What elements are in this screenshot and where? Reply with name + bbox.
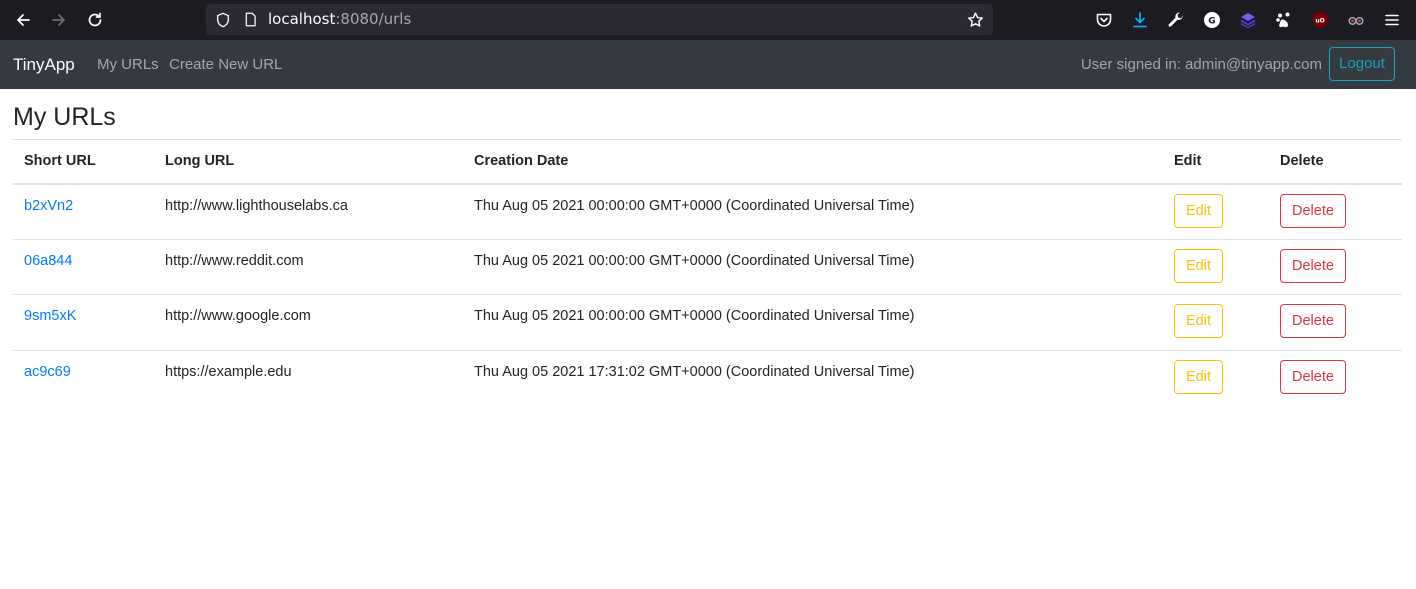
header-edit: Edit — [1163, 139, 1269, 185]
nav-link-create-new-url[interactable]: Create New URL — [169, 40, 282, 89]
layers-extension-icon[interactable] — [1238, 10, 1258, 30]
short-url-link[interactable]: 9sm5xK — [24, 308, 76, 324]
header-creation-date: Creation Date — [463, 139, 1163, 185]
reload-icon[interactable] — [83, 8, 107, 32]
delete-button[interactable]: Delete — [1280, 193, 1346, 228]
long-url: http://www.reddit.com — [154, 238, 463, 295]
glasses-extension-icon[interactable] — [1346, 10, 1366, 30]
nav-link-my-urls[interactable]: My URLs — [97, 40, 159, 89]
edit-button[interactable]: Edit — [1174, 248, 1223, 283]
download-icon[interactable] — [1130, 10, 1150, 30]
edit-button[interactable]: Edit — [1174, 193, 1223, 228]
logout-button[interactable]: Logout — [1329, 47, 1395, 81]
short-url-link[interactable]: b2xVn2 — [24, 198, 73, 214]
edit-button[interactable]: Edit — [1174, 304, 1223, 338]
short-url-link[interactable]: 06a844 — [24, 253, 72, 269]
short-url-link[interactable]: ac9c69 — [24, 364, 71, 380]
long-url: http://www.lighthouselabs.ca — [165, 197, 348, 214]
paw-extension-icon[interactable] — [1274, 10, 1294, 30]
wrench-icon[interactable] — [1166, 10, 1186, 30]
page-icon — [242, 11, 259, 28]
header-delete: Delete — [1269, 139, 1402, 185]
forward-arrow-icon[interactable] — [47, 8, 71, 32]
header-short-url: Short URL — [13, 139, 154, 185]
header-long-url: Long URL — [154, 139, 463, 185]
signed-in-text: User signed in: admin@tinyapp.com — [1080, 56, 1322, 73]
pocket-icon[interactable] — [1094, 10, 1114, 30]
urls-table: Short URL Long URL Creation Date Edit De… — [13, 139, 1402, 406]
delete-button[interactable]: Delete — [1280, 359, 1346, 394]
svg-text:uO: uO — [1315, 18, 1324, 25]
table-row: ac9c69 https://example.edu Thu Aug 05 20… — [13, 349, 1402, 406]
creation-date: Thu Aug 05 2021 17:31:02 GMT+0000 (Coord… — [463, 349, 1163, 406]
delete-button[interactable]: Delete — [1280, 304, 1346, 338]
svg-text:G: G — [1208, 17, 1215, 27]
app-navbar: TinyApp My URLs Create New URL User sign… — [0, 40, 1416, 89]
urls-table-container: Short URL Long URL Creation Date Edit De… — [13, 139, 1402, 406]
long-url: https://example.edu — [154, 349, 463, 406]
brand-logo[interactable]: TinyApp — [13, 40, 75, 89]
creation-date: Thu Aug 05 2021 00:00:00 GMT+0000 (Coord… — [463, 294, 1163, 350]
back-arrow-icon[interactable] — [11, 8, 35, 32]
delete-button[interactable]: Delete — [1280, 248, 1346, 283]
shield-icon[interactable] — [214, 11, 231, 28]
address-bar[interactable]: localhost:8080/urls — [206, 4, 993, 35]
ublock-origin-icon[interactable]: uO — [1310, 10, 1330, 30]
creation-date: Thu Aug 05 2021 00:00:00 GMT+0000 (Coord… — [474, 197, 915, 214]
edit-button[interactable]: Edit — [1174, 359, 1223, 394]
bookmark-star-icon[interactable] — [967, 11, 984, 28]
page-title: My URLs — [13, 103, 116, 131]
table-row: b2xVn2 http://www.lighthouselabs.ca Thu … — [13, 184, 1402, 240]
url-text[interactable]: localhost:8080/urls — [268, 4, 411, 35]
grammarly-icon[interactable]: G — [1202, 10, 1222, 30]
creation-date: Thu Aug 05 2021 00:00:00 GMT+0000 (Coord… — [463, 238, 1163, 295]
table-row: 9sm5xK http://www.google.com Thu Aug 05 … — [13, 294, 1402, 350]
browser-toolbar: localhost:8080/urls G uO — [0, 0, 1416, 40]
table-header-row: Short URL Long URL Creation Date Edit De… — [13, 139, 1402, 185]
long-url: http://www.google.com — [154, 294, 463, 350]
hamburger-menu-icon[interactable] — [1382, 10, 1402, 30]
table-row: 06a844 http://www.reddit.com Thu Aug 05 … — [13, 238, 1402, 295]
